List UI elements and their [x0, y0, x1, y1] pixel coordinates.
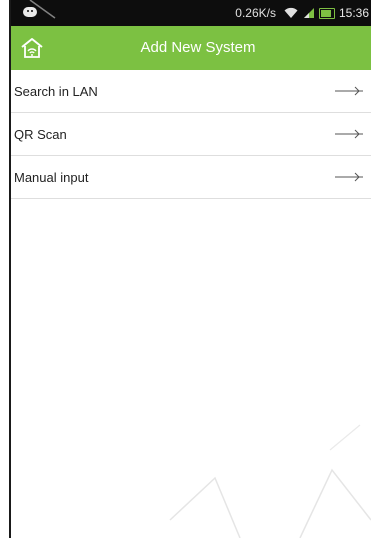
- title-bar: Add New System: [11, 26, 371, 70]
- menu-item-label: Search in LAN: [14, 83, 98, 99]
- wifi-icon: [284, 7, 298, 19]
- chevron-right-icon: [335, 84, 363, 98]
- menu-item-qr-scan[interactable]: QR Scan: [11, 113, 371, 156]
- network-speed: 0.26K/s: [235, 6, 276, 20]
- menu-item-search-lan[interactable]: Search in LAN: [11, 70, 371, 113]
- signal-icon: [303, 7, 315, 19]
- add-system-options: Search in LAN QR Scan Manual input: [11, 70, 371, 199]
- app-content: 0.26K/s 15:36 Add New System Search in L…: [11, 0, 371, 538]
- phone-screen: 0.26K/s 15:36 Add New System Search in L…: [0, 0, 371, 538]
- page-title: Add New System: [140, 39, 256, 56]
- chat-notification-icon: [23, 7, 37, 17]
- clock: 15:36: [338, 6, 369, 20]
- chevron-right-icon: [335, 127, 363, 141]
- menu-item-label: Manual input: [14, 169, 89, 185]
- status-bar: 0.26K/s 15:36: [11, 0, 371, 26]
- menu-item-label: QR Scan: [14, 126, 67, 142]
- battery-icon: [318, 7, 335, 19]
- menu-item-manual-input[interactable]: Manual input: [11, 156, 371, 199]
- status-indicators: 0.26K/s 15:36: [235, 0, 369, 26]
- chevron-right-icon: [335, 170, 363, 184]
